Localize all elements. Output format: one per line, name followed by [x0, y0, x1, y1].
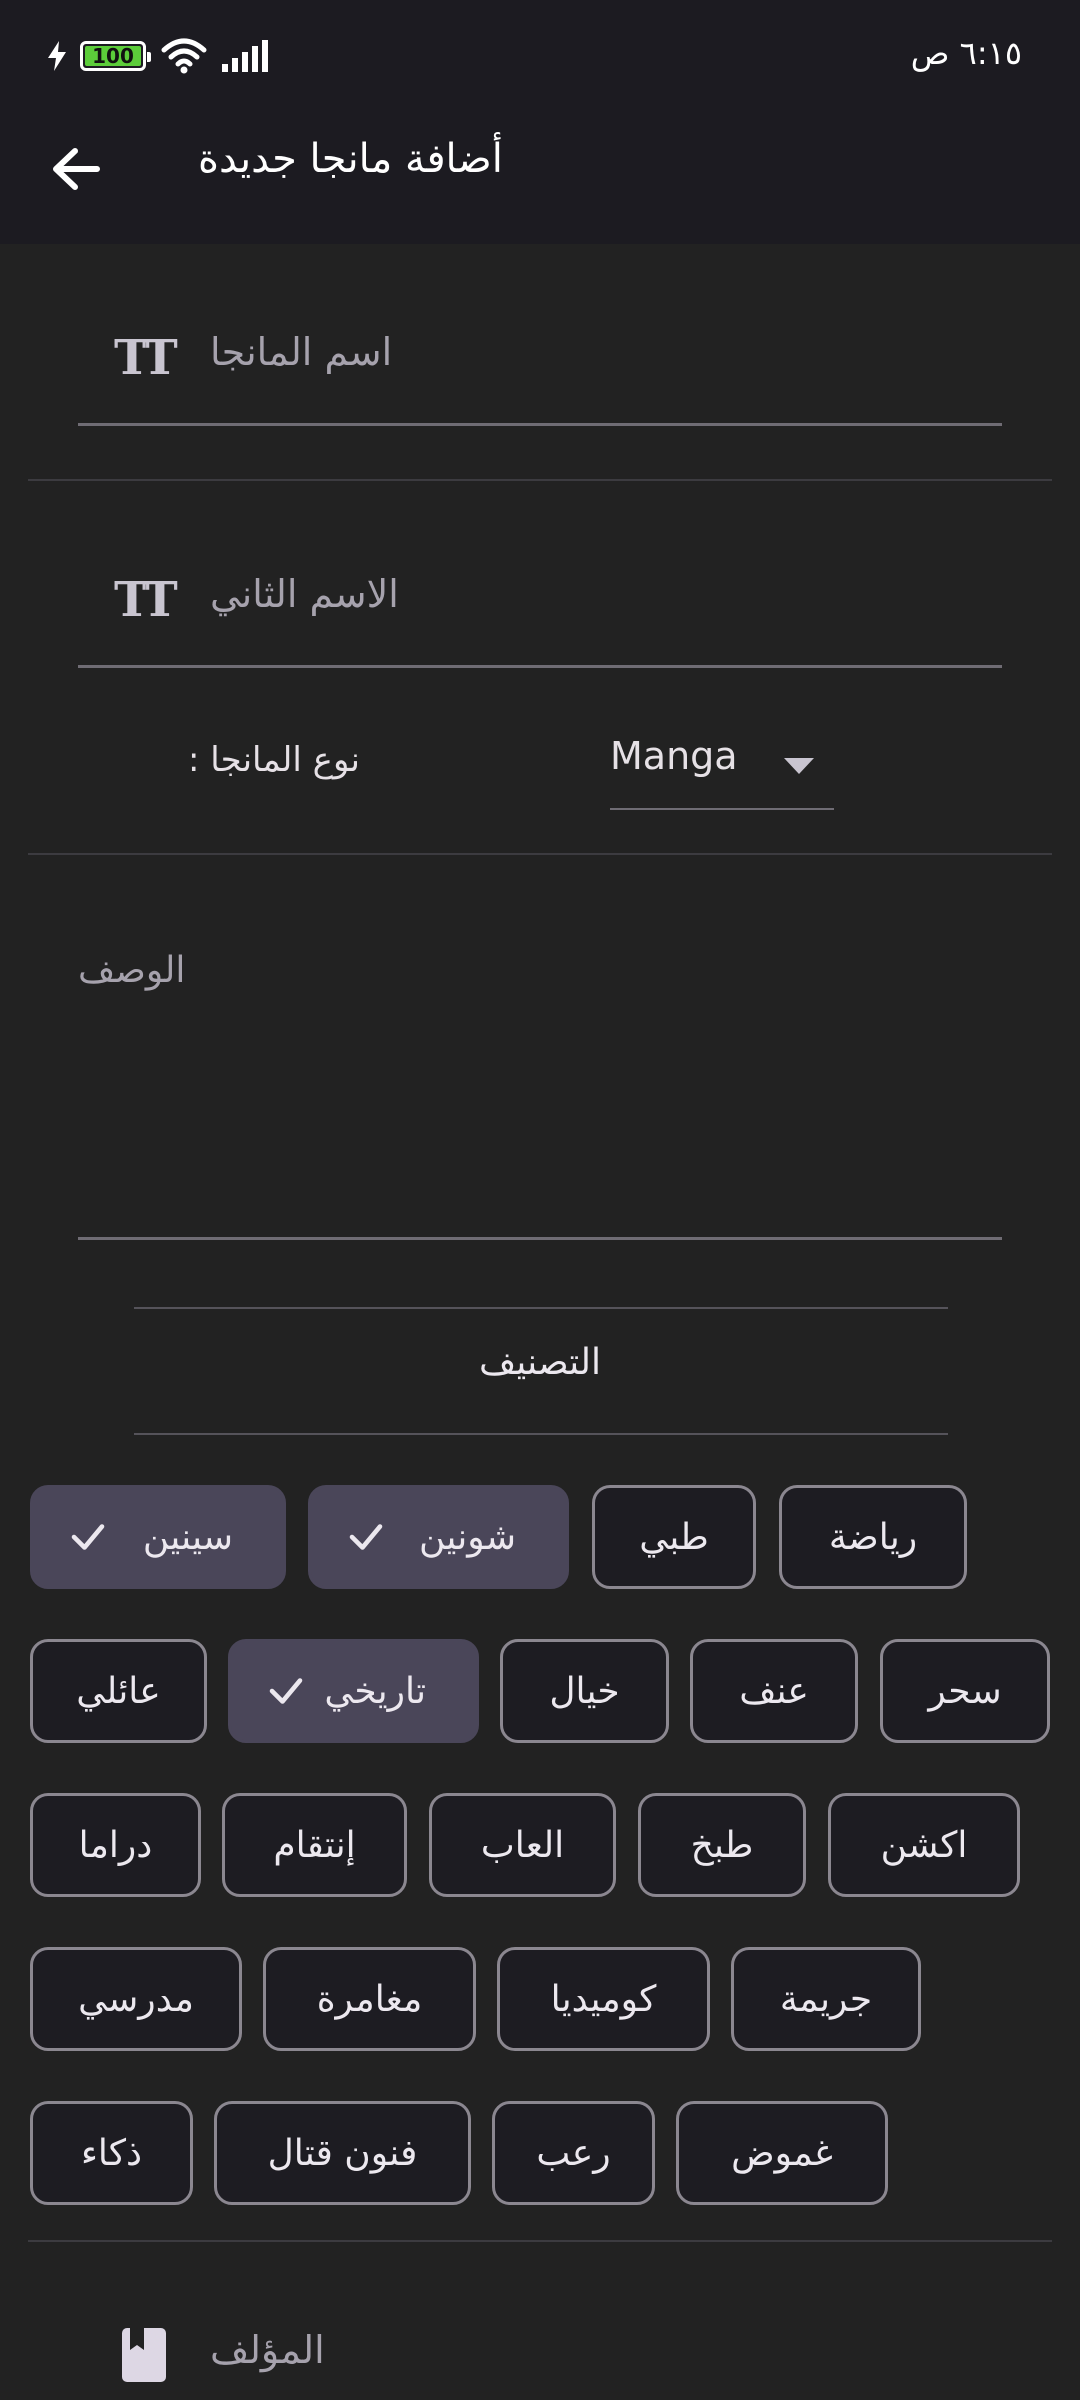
- second-name-underline: [78, 665, 1002, 668]
- genre-chip-label: خيال: [549, 1670, 620, 1712]
- genre-chip[interactable]: غموض: [676, 2101, 888, 2205]
- manga-type-value: Manga: [610, 734, 738, 778]
- description-field[interactable]: الوصف: [78, 920, 1002, 1240]
- manga-type-dropdown[interactable]: Manga: [610, 728, 834, 810]
- text-fields-icon: TT: [114, 572, 178, 628]
- genre-chip-label: رياضة: [828, 1516, 918, 1558]
- genre-chip[interactable]: عنف: [690, 1639, 858, 1743]
- page-title: أضافة مانجا جديدة: [198, 136, 503, 182]
- genre-chip[interactable]: رياضة: [779, 1485, 967, 1589]
- text-fields-icon: TT: [114, 330, 178, 386]
- second-name-placeholder: الاسم الثاني: [210, 572, 399, 616]
- genre-chip[interactable]: كوميديا: [497, 1947, 710, 2051]
- check-icon: [269, 1678, 303, 1704]
- genre-chip[interactable]: دراما: [30, 1793, 201, 1897]
- battery-level: 100: [85, 44, 141, 68]
- genre-chip-label: العاب: [480, 1824, 565, 1866]
- genre-chip-label: فنون قتال: [267, 2132, 418, 2174]
- check-icon: [71, 1524, 105, 1550]
- genre-chip[interactable]: إنتقام: [222, 1793, 407, 1897]
- status-icons: 100: [48, 38, 272, 74]
- genre-chip[interactable]: العاب: [429, 1793, 616, 1897]
- genre-chip-label: إنتقام: [273, 1824, 356, 1866]
- genre-chip-label: شونين: [418, 1516, 516, 1558]
- genre-chip-label: سينين: [142, 1516, 233, 1558]
- genres-bottom-line: [134, 1433, 948, 1435]
- genre-chip[interactable]: مدرسي: [30, 1947, 242, 2051]
- author-field[interactable]: المؤلف: [78, 2290, 1002, 2400]
- genre-chip-label: غموض: [731, 2132, 833, 2174]
- status-time: ٦:١٥ ص: [910, 34, 1022, 72]
- description-underline: [78, 1237, 1002, 1240]
- genre-chip[interactable]: طبخ: [638, 1793, 806, 1897]
- genre-chip[interactable]: فنون قتال: [214, 2101, 471, 2205]
- genre-chip[interactable]: اكشن: [828, 1793, 1020, 1897]
- genre-chip-label: مغامرة: [316, 1978, 423, 2020]
- battery-icon: 100: [80, 41, 151, 71]
- wifi-icon: [161, 38, 207, 74]
- genre-chip[interactable]: عائلي: [30, 1639, 207, 1743]
- divider: [28, 479, 1052, 481]
- genre-chip[interactable]: سحر: [880, 1639, 1050, 1743]
- description-placeholder: الوصف: [78, 950, 186, 991]
- second-name-field[interactable]: TT الاسم الثاني: [78, 542, 1002, 667]
- manga-name-field[interactable]: TT اسم المانجا: [78, 300, 1002, 425]
- arrow-left-icon: [53, 148, 100, 190]
- divider: [28, 853, 1052, 855]
- book-icon: [122, 2328, 166, 2382]
- genre-chip[interactable]: رعب: [492, 2101, 655, 2205]
- back-button[interactable]: [40, 133, 112, 205]
- check-icon: [349, 1524, 383, 1550]
- genre-chip-label: رعب: [536, 2132, 611, 2174]
- genre-chip[interactable]: طبي: [592, 1485, 756, 1589]
- genre-chip-label: جريمة: [779, 1978, 873, 2020]
- genres-title: التصنيف: [478, 1342, 602, 1383]
- genre-chip-selected[interactable]: شونين: [308, 1485, 569, 1589]
- genre-chip[interactable]: مغامرة: [263, 1947, 476, 2051]
- genre-chip-selected[interactable]: سينين: [30, 1485, 286, 1589]
- genre-chip-label: طبخ: [690, 1824, 754, 1866]
- genre-chip-label: كوميديا: [550, 1978, 657, 2020]
- genre-chip-label: عنف: [739, 1670, 809, 1712]
- genre-chip-label: طبي: [639, 1516, 709, 1558]
- charging-icon: [48, 41, 66, 71]
- caret-down-icon: [784, 758, 814, 774]
- author-placeholder: المؤلف: [210, 2328, 325, 2372]
- genre-chip-label: اكشن: [880, 1824, 968, 1866]
- genre-chip-label: تاريخي: [324, 1670, 426, 1712]
- genre-chip-label: سحر: [928, 1670, 1002, 1712]
- manga-name-underline: [78, 423, 1002, 426]
- genre-chip-label: عائلي: [76, 1670, 161, 1712]
- manga-type-label: : نوع المانجا: [188, 740, 360, 780]
- genre-chip-label: ذكاء: [80, 2132, 143, 2174]
- divider: [28, 2240, 1052, 2242]
- manga-name-placeholder: اسم المانجا: [210, 330, 393, 374]
- genre-chip-label: مدرسي: [78, 1978, 194, 2020]
- genre-chip[interactable]: جريمة: [731, 1947, 921, 2051]
- genre-chip[interactable]: خيال: [500, 1639, 669, 1743]
- signal-icon: [222, 40, 268, 72]
- dropdown-underline: [610, 808, 834, 810]
- genre-chip[interactable]: ذكاء: [30, 2101, 193, 2205]
- genre-chip-selected[interactable]: تاريخي: [228, 1639, 479, 1743]
- app-bar: [0, 118, 1080, 244]
- genres-top-line: [134, 1307, 948, 1309]
- genre-chip-label: دراما: [78, 1824, 153, 1866]
